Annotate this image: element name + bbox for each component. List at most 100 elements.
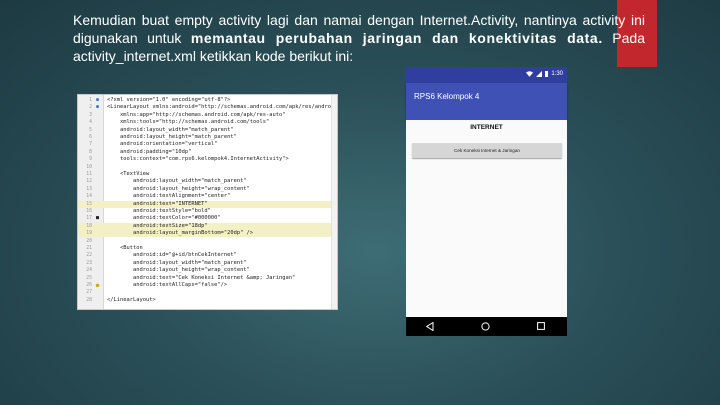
line-number: 11	[86, 172, 92, 177]
line-number: 25	[86, 275, 92, 281]
line-number: 1	[89, 98, 92, 103]
back-icon[interactable]	[426, 322, 434, 331]
code-line: 11 <TextView	[78, 171, 337, 178]
app-bar: RPS6 Kelompok 4	[406, 83, 567, 120]
line-number: 7	[89, 142, 92, 148]
intro-bold-phrase: memantau perubahan jaringan dan konektiv…	[190, 30, 603, 46]
line-number: 22	[86, 253, 92, 259]
line-number: 18	[86, 223, 92, 229]
code-text: xmlns:app="http://schemas.android.com/ap…	[107, 111, 286, 118]
editor-scrollbar	[331, 95, 337, 309]
line-number: 17	[86, 216, 92, 222]
code-text: android:id="@+id/btnCekInternet"	[107, 252, 237, 259]
code-text: android:layout_width="match_parent"	[107, 259, 247, 266]
code-text: android:layout_height="wrap_content"	[107, 267, 250, 274]
code-line: 16 android:textStyle="bold"	[78, 208, 337, 215]
line-number: 13	[86, 186, 92, 192]
code-text: android:textColor="#000000"	[107, 215, 221, 222]
code-line: 20	[78, 238, 337, 245]
phone-emulator: 1:30 RPS6 Kelompok 4 INTERNET Cek Koneks…	[406, 67, 567, 336]
line-number: 28	[86, 297, 92, 303]
code-text: android:textAlignment="center"	[107, 193, 231, 200]
code-line: 25 android:text="Cek Koneksi Internet &a…	[78, 275, 337, 282]
code-line: 27	[78, 289, 337, 296]
line-number: 6	[89, 135, 92, 140]
navigation-bar	[406, 317, 567, 336]
app-title: RPS6 Kelompok 4	[414, 92, 480, 101]
code-line: 5 android:layout_width="match_parent"	[78, 127, 337, 134]
battery-icon	[545, 71, 549, 77]
code-text: android:layout_height="match_parent"	[107, 134, 237, 140]
code-line: 1 ● <?xml version="1.0" encoding="utf-8"?>	[78, 97, 337, 104]
code-text: android:layout_marginBottom="20dp" />	[107, 230, 254, 237]
line-number: 19	[86, 231, 92, 237]
code-editor-screenshot: 1 ● <?xml version="1.0" encoding="utf-8"?>…	[77, 94, 338, 310]
internet-heading: INTERNET	[470, 124, 503, 131]
line-number: 2	[89, 105, 92, 111]
gutter-marker-icon: ●	[95, 104, 99, 111]
recent-apps-icon[interactable]	[537, 322, 545, 330]
intro-line-1: Kemudian buat empty activity lagi dan na…	[73, 12, 626, 28]
code-line: 28 </LinearLayout>	[78, 297, 337, 304]
code-text: <Button	[107, 245, 143, 251]
line-number: 21	[86, 246, 92, 251]
line-number: 20	[86, 238, 92, 244]
line-number: 5	[89, 127, 92, 133]
line-number: 14	[86, 194, 92, 200]
color-swatch-icon: ■	[95, 215, 99, 222]
code-line: 6 android:layout_height="match_parent"	[78, 134, 337, 141]
home-icon[interactable]	[481, 322, 490, 331]
status-clock: 1:30	[551, 71, 563, 77]
line-number: 24	[86, 268, 92, 274]
line-number: 3	[89, 112, 92, 118]
line-number: 27	[86, 290, 92, 296]
code-text: </LinearLayout>	[107, 296, 156, 303]
code-line: 10	[78, 164, 337, 171]
code-text: tools:context="com.rps6.kelompok4.Intern…	[107, 156, 289, 163]
activity-content: INTERNET Cek Koneksi Internet & Jaringan	[406, 120, 567, 317]
code-line: 15 android:text="INTERNET"	[78, 200, 337, 208]
line-number: 26	[86, 283, 92, 288]
status-icons: 1:30	[526, 71, 563, 77]
code-text: android:layout_width="match_parent"	[107, 178, 247, 185]
code-text: android:layout_width="match_parent"	[107, 126, 234, 133]
code-line: 22 android:id="@+id/btnCekInternet"	[78, 252, 337, 259]
code-text: android:textSize="18dp"	[107, 222, 208, 229]
code-line: 21 <Button	[78, 245, 337, 252]
code-line: 14 android:textAlignment="center"	[78, 193, 337, 200]
code-text: android:layout_height="wrap_content"	[107, 185, 250, 192]
code-line: 23 android:layout_width="match_parent"	[78, 260, 337, 267]
line-number: 12	[86, 179, 92, 185]
code-line: 4 xmlns:tools="http://schemas.android.co…	[78, 119, 337, 126]
code-line: 19 android:layout_marginBottom="20dp" />	[78, 230, 337, 238]
intro-paragraph: Kemudian buat empty activity lagi dan na…	[73, 11, 645, 65]
code-text: android:textAllCaps="false"/>	[107, 282, 228, 288]
line-number: 4	[89, 120, 92, 126]
code-text: android:orientation="vertical"	[107, 141, 218, 148]
code-text: android:textStyle="bold"	[107, 208, 211, 214]
code-line: 2 ● <LinearLayout xmlns:android="http://sc…	[78, 104, 337, 111]
code-line: 24 android:layout_height="wrap_content"	[78, 267, 337, 274]
code-line: 18 android:textSize="18dp"	[78, 222, 337, 231]
line-number: 16	[86, 209, 92, 214]
code-line: 12 android:layout_width="match_parent"	[78, 178, 337, 185]
status-bar: 1:30	[406, 67, 567, 83]
code-text: xmlns:tools="http://schemas.android.com/…	[107, 119, 270, 126]
signal-icon	[536, 71, 543, 77]
line-number: 15	[86, 201, 92, 207]
lightbulb-icon: ●	[95, 282, 100, 289]
code-line: 9 tools:context="com.rps6.kelompok4.Inte…	[78, 156, 337, 163]
code-text: <?xml version="1.0" encoding="utf-8"?>	[107, 97, 231, 103]
line-number: 8	[89, 149, 92, 155]
line-number: 23	[86, 260, 92, 266]
code-line: 8 android:padding="10dp"	[78, 149, 337, 156]
code-line: 3 xmlns:app="http://schemas.android.com/…	[78, 112, 337, 119]
line-number: 10	[86, 164, 92, 170]
code-line: 26 ● android:textAllCaps="false"/>	[78, 282, 337, 289]
code-text: android:text="Cek Koneksi Internet &amp;…	[107, 274, 296, 281]
gutter-marker-icon: ●	[95, 97, 99, 103]
code-line: 7 android:orientation="vertical"	[78, 141, 337, 148]
code-text: <TextView	[107, 171, 150, 177]
code-line: 17 ■ android:textColor="#000000"	[78, 215, 337, 222]
check-internet-button[interactable]: Cek Koneksi Internet & Jaringan	[412, 143, 562, 158]
